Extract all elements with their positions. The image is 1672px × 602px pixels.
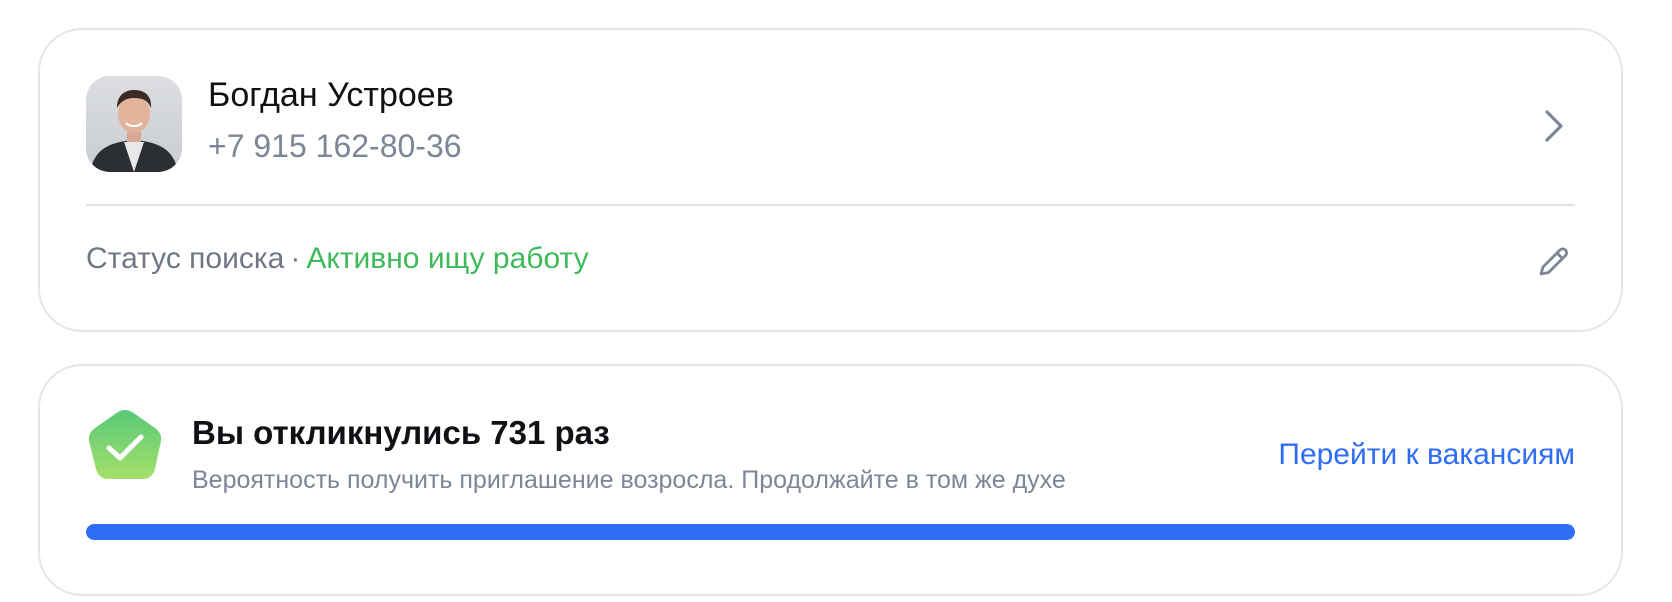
avatar [86, 76, 182, 172]
go-to-vacancies-link[interactable]: Перейти к вакансиям [1278, 438, 1575, 472]
divider [86, 204, 1575, 206]
progress-fill [86, 524, 1575, 540]
chevron-right-icon[interactable] [1541, 106, 1569, 146]
search-status: Статус поиска · Активно ищу работу [86, 242, 589, 276]
progress-bar [86, 524, 1575, 540]
status-value: Активно ищу работу [306, 242, 589, 275]
user-name: Богдан Устроев [208, 76, 454, 114]
status-separator: · [290, 242, 301, 275]
pencil-icon[interactable] [1535, 244, 1571, 280]
profile-card[interactable]: Богдан Устроев +7 915 162-80-36 Статус п… [38, 28, 1623, 332]
check-badge-icon [88, 410, 162, 479]
responses-title: Вы откликнулись 731 раз [192, 414, 610, 451]
responses-card: Вы откликнулись 731 раз Вероятность полу… [38, 364, 1623, 596]
user-phone: +7 915 162-80-36 [208, 128, 462, 164]
responses-subtitle: Вероятность получить приглашение возросл… [192, 466, 1066, 494]
status-label: Статус поиска [86, 242, 285, 275]
